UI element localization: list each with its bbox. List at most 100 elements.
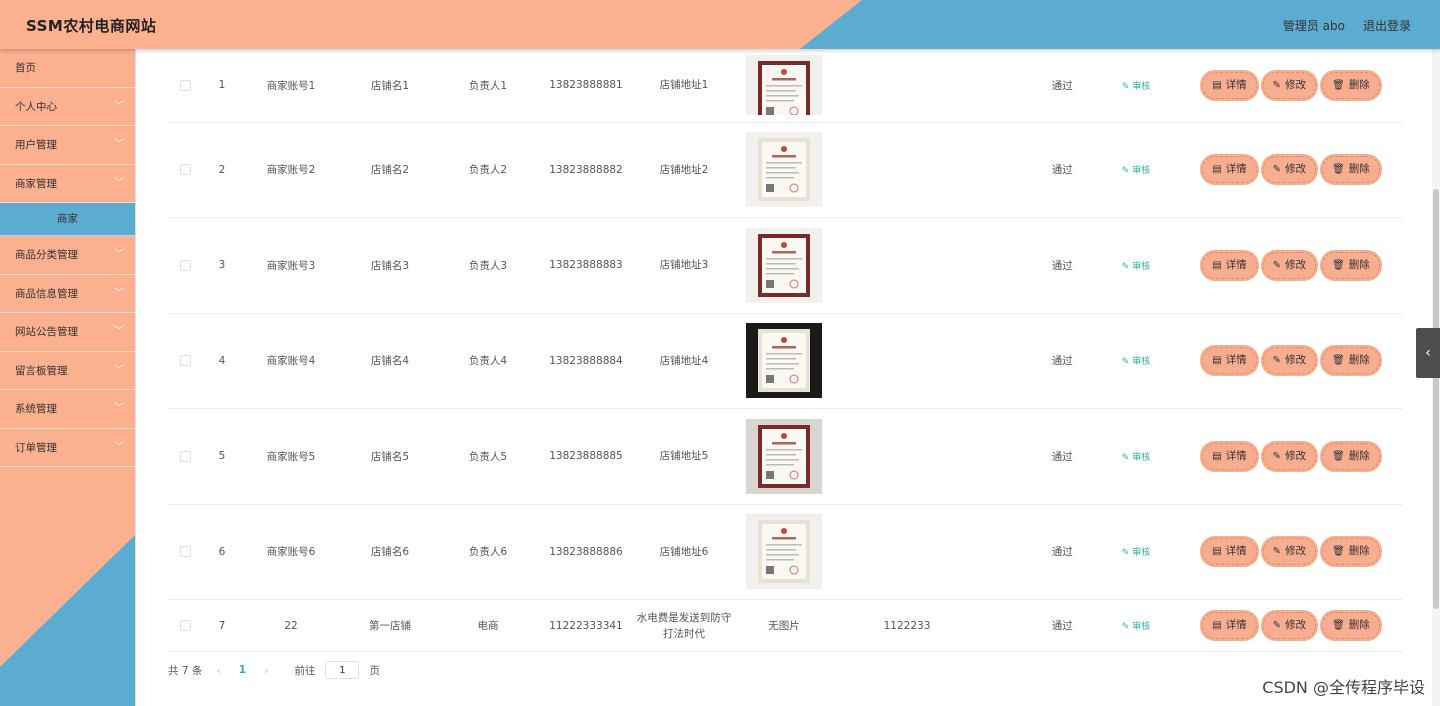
edit-button[interactable]: ✎ 修改 <box>1262 442 1317 470</box>
logout-link[interactable]: 退出登录 <box>1363 17 1411 34</box>
sidebar-item-items_after-2[interactable]: 网站公告管理 ﹀ <box>0 313 135 352</box>
scrollbar-thumb[interactable] <box>1433 189 1439 609</box>
detail-button[interactable]: ▤ 详情 <box>1202 538 1257 566</box>
top-header: SSM农村电商网站 管理员 abo 退出登录 <box>0 0 1440 49</box>
detail-label: 详情 <box>1225 354 1247 367</box>
audit-link[interactable]: ✎ 审核 <box>1122 548 1150 558</box>
delete-button[interactable]: 🗑 删除 <box>1322 156 1380 184</box>
business-license-image[interactable] <box>746 323 822 399</box>
delete-label: 删除 <box>1348 545 1370 558</box>
shop-name: 店铺名3 <box>341 217 439 314</box>
row-actions: ▤ 详情 ✎ 修改 🗑 删除 <box>1179 599 1403 652</box>
audit-link[interactable]: ✎ 审核 <box>1122 166 1150 176</box>
prev-page-button[interactable]: ‹ <box>212 664 224 677</box>
business-license-image[interactable] <box>746 514 822 590</box>
delete-label: 删除 <box>1348 78 1370 91</box>
audit-status: 通过 ✎ 审核 <box>1023 408 1179 505</box>
shop-name: 店铺名1 <box>341 49 439 123</box>
audit-link[interactable]: ✎ 审核 <box>1122 82 1150 92</box>
row-select-cell <box>168 504 203 600</box>
business-license-image[interactable] <box>746 418 822 494</box>
pagination: 共 7 条 ‹ 1 › 前往 页 <box>168 659 380 681</box>
row-checkbox[interactable] <box>180 355 191 367</box>
business-license-image[interactable] <box>746 132 822 208</box>
row-actions: ▤ 详情 ✎ 修改 🗑 删除 <box>1179 217 1403 314</box>
delete-button[interactable]: 🗑 删除 <box>1322 251 1380 279</box>
detail-button[interactable]: ▤ 详情 <box>1202 156 1257 184</box>
phone-number: 13823888882 <box>537 122 635 218</box>
sidebar-item-items-2[interactable]: 用户管理 ﹀ <box>0 126 135 165</box>
edit-button[interactable]: ✎ 修改 <box>1262 71 1317 99</box>
row-checkbox[interactable] <box>180 620 191 631</box>
sidebar-item-items_after-0[interactable]: 商品分类管理 ﹀ <box>0 236 135 275</box>
edit-button[interactable]: ✎ 修改 <box>1262 156 1317 184</box>
detail-button[interactable]: ▤ 详情 <box>1202 612 1257 639</box>
audit-link[interactable]: ✎ 审核 <box>1122 357 1150 367</box>
sidebar-item-items_after-5[interactable]: 订单管理 ﹀ <box>0 429 135 467</box>
detail-button[interactable]: ▤ 详情 <box>1202 347 1257 375</box>
sidebar-item-items-1[interactable]: 个人中心 ﹀ <box>0 88 135 126</box>
extra-field: 1122233 <box>835 599 979 652</box>
shop-address: 店铺地址5 <box>635 408 733 505</box>
trash-icon: 🗑 <box>1332 620 1345 631</box>
sidebar-item-items_after-1[interactable]: 商品信息管理 ﹀ <box>0 275 135 313</box>
audit-link[interactable]: ✎ 审核 <box>1122 453 1150 463</box>
edit-button[interactable]: ✎ 修改 <box>1262 347 1317 375</box>
chevron-down-icon: ﹀ <box>114 364 124 376</box>
chevron-down-icon: ﹀ <box>114 287 124 299</box>
manager-name: 负责人5 <box>439 408 537 505</box>
delete-button[interactable]: 🗑 删除 <box>1322 347 1380 375</box>
goto-label: 前往 <box>294 664 316 677</box>
audit-status: 通过 ✎ 审核 <box>1023 504 1179 600</box>
license-cell <box>733 504 835 600</box>
edit-icon: ✎ <box>1121 452 1130 463</box>
spacer-cell <box>979 122 1023 218</box>
delete-button[interactable]: 🗑 删除 <box>1322 442 1380 470</box>
sidebar-item-items_after-4[interactable]: 系统管理 ﹀ <box>0 390 135 429</box>
collapse-panel-button[interactable]: ‹ <box>1416 328 1440 378</box>
audit-status: 通过 ✎ 审核 <box>1023 49 1179 123</box>
business-license-image[interactable] <box>746 227 822 303</box>
audit-label: 审核 <box>1132 261 1151 272</box>
row-checkbox[interactable] <box>180 259 191 271</box>
spacer-cell <box>979 599 1023 652</box>
row-checkbox[interactable] <box>180 450 191 462</box>
phone-number: 13823888883 <box>537 217 635 314</box>
audit-status-text: 通过 <box>1051 355 1073 368</box>
edit-button[interactable]: ✎ 修改 <box>1262 251 1317 279</box>
row-checkbox[interactable] <box>180 164 191 176</box>
row-checkbox[interactable] <box>180 79 191 91</box>
goto-page-input[interactable] <box>325 661 360 679</box>
row-select-cell <box>168 408 203 505</box>
sidebar-subitem-merchant[interactable]: 商家 <box>0 203 135 236</box>
business-license-image[interactable] <box>746 55 822 116</box>
audit-link[interactable]: ✎ 审核 <box>1122 622 1150 632</box>
edit-button[interactable]: ✎ 修改 <box>1262 612 1317 639</box>
shop-name: 第一店铺 <box>341 599 439 652</box>
next-page-button[interactable]: › <box>260 664 272 677</box>
page-number-current[interactable]: 1 <box>235 664 250 676</box>
edit-button[interactable]: ✎ 修改 <box>1262 538 1317 566</box>
row-checkbox[interactable] <box>180 546 191 558</box>
row-select-cell <box>168 49 203 123</box>
detail-button[interactable]: ▤ 详情 <box>1202 251 1257 279</box>
audit-link[interactable]: ✎ 审核 <box>1122 262 1150 272</box>
detail-button[interactable]: ▤ 详情 <box>1202 71 1257 99</box>
sidebar-item-label: 系统管理 <box>15 403 57 415</box>
delete-button[interactable]: 🗑 删除 <box>1322 538 1380 566</box>
detail-label: 详情 <box>1225 545 1247 558</box>
detail-button[interactable]: ▤ 详情 <box>1202 442 1257 470</box>
pencil-icon: ✎ <box>1272 450 1282 462</box>
delete-button[interactable]: 🗑 删除 <box>1322 71 1380 99</box>
sidebar-item-items-3[interactable]: 商家管理 ﹀ <box>0 165 135 203</box>
audit-label: 审核 <box>1132 81 1151 92</box>
page-suffix: 页 <box>369 664 380 677</box>
sidebar-item-items_after-3[interactable]: 留言板管理 ﹀ <box>0 352 135 390</box>
spacer-cell <box>979 408 1023 505</box>
sidebar-item-items-0[interactable]: 首页 <box>0 49 135 88</box>
sidebar: 首页 个人中心 ﹀ 用户管理 ﹀ 商家管理 ﹀ 商家 商品分类管理 ﹀ 商品信息管理 ﹀ 网站公告管理 ﹀… <box>0 49 136 706</box>
delete-label: 删除 <box>1348 258 1370 271</box>
spacer-cell <box>979 217 1023 314</box>
audit-label: 审核 <box>1132 166 1151 177</box>
delete-button[interactable]: 🗑 删除 <box>1322 612 1380 639</box>
